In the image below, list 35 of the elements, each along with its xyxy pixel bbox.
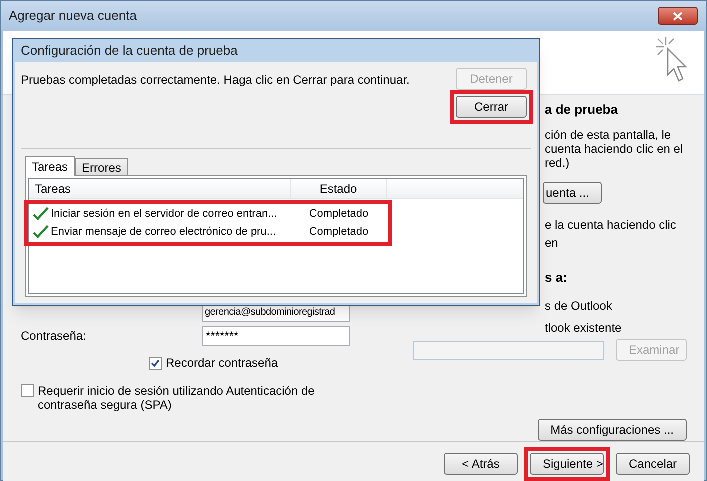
more-settings-button[interactable]: Más configuraciones ...	[538, 419, 687, 441]
window-title: Agregar nueva cuenta	[9, 7, 137, 26]
checkbox[interactable]	[21, 384, 34, 397]
table-cell-text: Completado	[308, 206, 370, 222]
dialog-button[interactable]: Siguiente >	[530, 453, 604, 475]
column-header[interactable]: Estado	[291, 179, 387, 198]
dialog-button[interactable]: < Atrás	[444, 453, 518, 475]
dialog-title: Configuración de la cuenta de prueba	[20, 42, 239, 60]
password-field[interactable]: *******	[202, 326, 350, 346]
paragraph-line: red.)	[545, 156, 571, 170]
section-heading: a de prueba	[545, 101, 619, 119]
checkbox[interactable]	[149, 356, 162, 370]
table-cell-text: Iniciar sesión en el servidor de correo entran...	[51, 206, 278, 222]
checkbox-label: Recordar contraseña	[166, 355, 278, 372]
status-message: Pruebas completadas correctamente. Haga clic en Cerrar para continuar.	[21, 72, 410, 89]
password-label: Contraseña:	[21, 328, 88, 345]
table-cell-text: Completado	[308, 224, 370, 240]
test-account-button[interactable]: uenta ...	[543, 182, 602, 204]
file-path-field[interactable]	[413, 340, 604, 360]
text-line: e la cuenta haciendo clic en	[545, 216, 678, 252]
option-label: tlook existente	[545, 320, 623, 337]
paragraph-line: ción de esta pantalla, le	[545, 128, 672, 142]
option-label: s de Outlook	[545, 298, 614, 315]
tab[interactable]: Tareas	[25, 156, 76, 176]
tab[interactable]: Errores	[75, 158, 128, 175]
table-cell-text: Enviar mensaje de correo electrónico de pru...	[51, 224, 276, 240]
column-header[interactable]: Tareas	[29, 179, 291, 198]
paragraph-line: cuenta haciendo clic en el	[545, 142, 684, 156]
cursor-click-icon	[654, 35, 690, 85]
dialog-button[interactable]: Cancelar	[616, 453, 690, 475]
section-heading: s a:	[545, 268, 568, 286]
close-icon	[673, 12, 683, 20]
close-button[interactable]	[658, 7, 698, 25]
checkbox-label: Requerir inicio de sesión utilizando Autenticación de contraseña segura (SPA)	[38, 384, 316, 412]
close-button[interactable]: Cerrar	[456, 96, 527, 118]
